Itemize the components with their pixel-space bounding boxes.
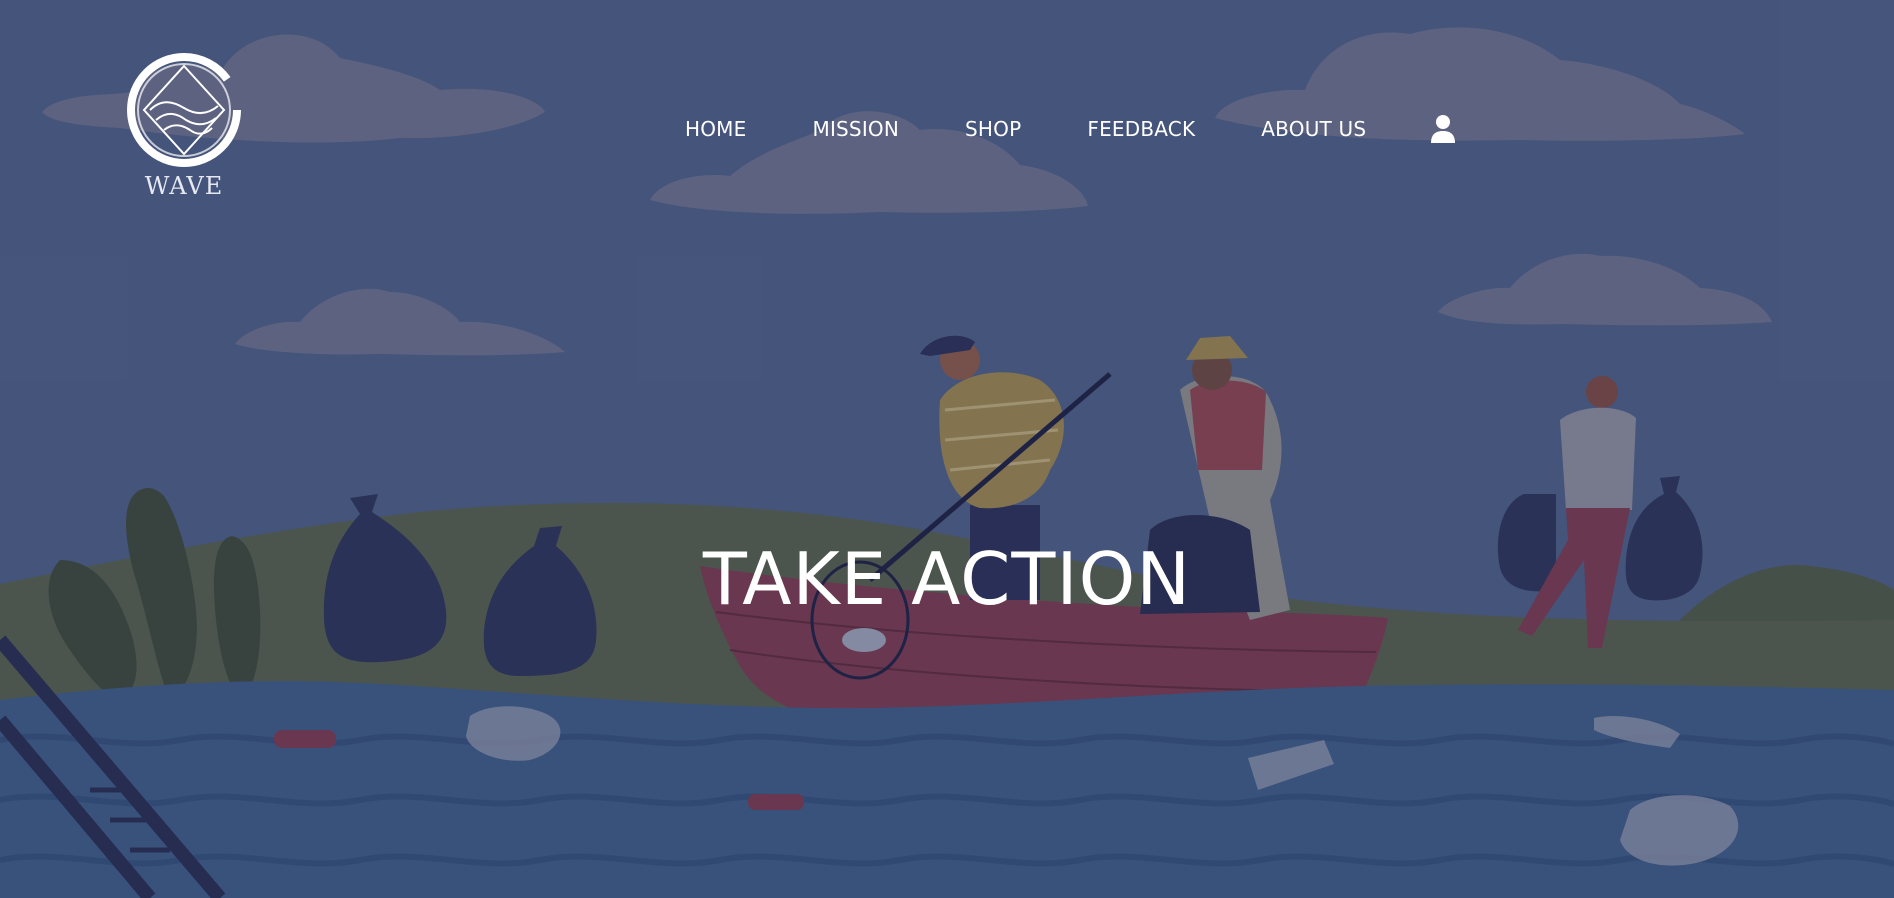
user-icon[interactable] [1430, 114, 1456, 144]
nav-about-us-link[interactable]: ABOUT US [1261, 117, 1366, 141]
main-nav: HOME MISSION SHOP FEEDBACK ABOUT US [685, 114, 1456, 144]
water [0, 681, 1894, 898]
nav-shop-link[interactable]: SHOP [965, 117, 1021, 141]
hero-headline: TAKE ACTION [702, 537, 1192, 621]
brand-logo[interactable]: WAVE [122, 50, 246, 200]
brand-name: WAVE [144, 172, 224, 200]
nav-home-link[interactable]: HOME [685, 117, 746, 141]
nav-feedback-link[interactable]: FEEDBACK [1087, 117, 1195, 141]
nav-mission-link[interactable]: MISSION [812, 117, 899, 141]
hero-section: WAVE HOME MISSION SHOP FEEDBACK ABOUT US… [0, 0, 1894, 898]
wave-diamond-logo-icon [127, 53, 241, 167]
